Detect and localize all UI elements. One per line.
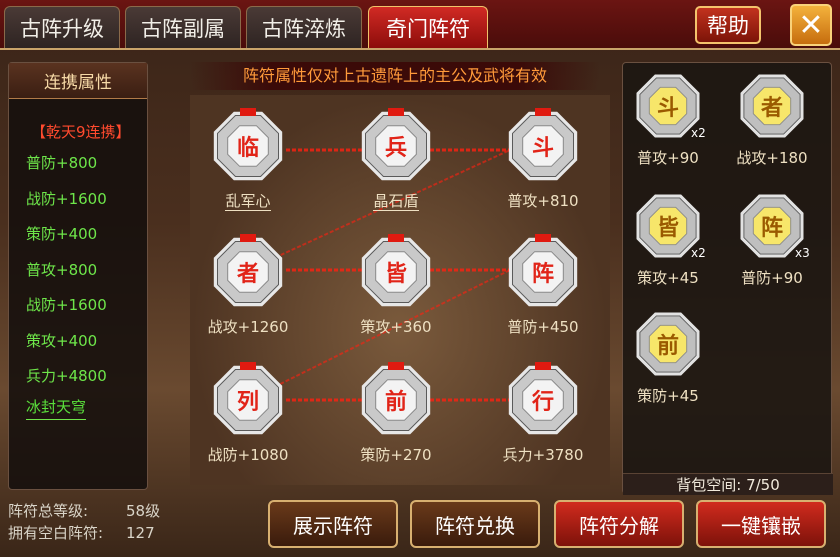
rune-slot[interactable]: 行兵力+3780 [503, 362, 583, 464]
inventory-rune-count: x3 [795, 246, 810, 260]
inventory-rune[interactable]: 阵 x3 普防+90 [737, 191, 810, 287]
rune-slot[interactable]: 皆策攻+360 [358, 234, 434, 336]
exchange-rune-button[interactable]: 阵符兑换 [410, 500, 540, 548]
one-click-embed-button[interactable]: 一键镶嵌 [696, 500, 826, 548]
inventory-rune-label: 普防+90 [741, 269, 803, 287]
inventory-rune-glyph: 者 [760, 96, 783, 121]
rune-glyph: 列 [236, 390, 259, 415]
inventory-rune[interactable]: 前策防+45 [633, 309, 703, 405]
bag-space-label: 背包空间: [676, 476, 742, 494]
rune-slot-name: 战防+1080 [207, 446, 289, 464]
rune-glyph: 阵 [531, 262, 554, 287]
rune-inventory-panel: 斗 x2 普攻+90 者战攻+180 皆 x2 策攻+45 阵 x3 普防+90 前策防+45 背包… [622, 62, 833, 495]
rune-glyph: 兵 [384, 136, 407, 161]
inventory-rune[interactable]: 皆 x2 策攻+45 [633, 191, 706, 287]
rune-slot-name: 普攻+810 [507, 192, 579, 210]
inventory-rune-label: 战攻+180 [736, 149, 808, 167]
bag-space-value: 7/50 [746, 476, 780, 494]
rune-slot[interactable]: 临乱军心 [210, 108, 286, 211]
rune-glyph: 者 [236, 262, 259, 287]
rune-glyph: 行 [531, 390, 554, 415]
inventory-rune-label: 普攻+90 [637, 149, 699, 167]
decompose-rune-button[interactable]: 阵符分解 [554, 500, 684, 548]
rune-slot-name: 兵力+3780 [502, 446, 584, 464]
game-screen: 古阵升级 古阵副属 古阵淬炼 奇门阵符 帮助 ✕ 连携属性 【乾天9连携】 普防… [0, 0, 840, 557]
rune-glyph: 临 [236, 136, 259, 161]
inventory-rune-count: x2 [691, 126, 706, 140]
rune-slot-name: 策防+270 [360, 446, 432, 464]
inventory-rune-count: x2 [691, 246, 706, 260]
rune-slot-name: 乱军心 [225, 192, 271, 211]
rune-slot-name: 策攻+360 [360, 318, 432, 336]
inventory-rune-glyph: 前 [656, 334, 679, 359]
inventory-rune[interactable]: 者战攻+180 [736, 71, 808, 167]
rune-glyph: 皆 [384, 262, 407, 287]
rune-slot[interactable]: 前策防+270 [358, 362, 434, 464]
rune-glyph: 前 [384, 390, 407, 415]
rune-slot[interactable]: 斗普攻+810 [505, 108, 581, 210]
rune-glyph: 斗 [531, 136, 554, 161]
bag-space: 背包空间: 7/50 [623, 473, 833, 495]
rune-slot-name: 普防+450 [507, 318, 579, 336]
rune-slot[interactable]: 兵晶石盾 [358, 108, 434, 211]
rune-slot[interactable]: 列战防+1080 [208, 362, 288, 464]
show-rune-button[interactable]: 展示阵符 [268, 500, 398, 548]
rune-slot-name: 战攻+1260 [207, 318, 289, 336]
inventory-rune-label: 策防+45 [637, 387, 699, 405]
rune-slot[interactable]: 阵普防+450 [505, 234, 581, 336]
rune-slot[interactable]: 者战攻+1260 [208, 234, 288, 336]
inventory-rune-label: 策攻+45 [637, 269, 699, 287]
rune-slot-name: 晶石盾 [373, 192, 419, 211]
inventory-rune[interactable]: 斗 x2 普攻+90 [633, 71, 706, 167]
